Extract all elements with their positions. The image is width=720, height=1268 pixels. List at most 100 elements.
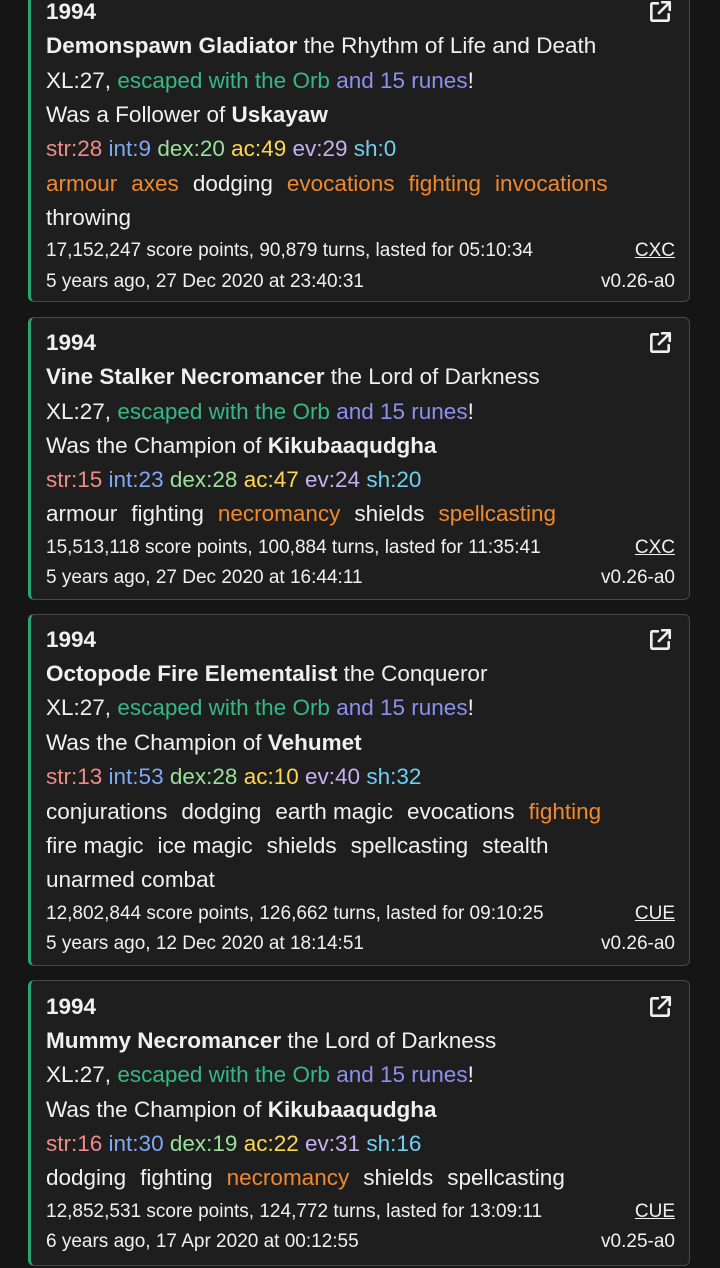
skill: shields [354, 501, 425, 526]
score-text: 17,152,247 score points, 90,879 turns, l… [46, 240, 533, 261]
game-year: 1994 [46, 0, 97, 24]
skill: necromancy [226, 1165, 350, 1190]
character-line: Octopode Fire Elementalist the Conqueror [46, 659, 675, 689]
stat-ev: ev:24 [305, 467, 361, 492]
date-line: 5 years ago, 12 Dec 2020 at 18:14:51 v0.2… [46, 929, 675, 959]
result-line: XL:27, escaped with the Orb and 15 runes… [46, 1060, 675, 1090]
score-line: 12,852,531 score points, 124,772 turns, … [46, 1197, 675, 1227]
character-name: Octopode Fire Elementalist [46, 661, 338, 686]
skill: fire magic [46, 833, 144, 858]
skills-line: fire magic ice magic shields spellcasting st… [46, 831, 675, 861]
escaped-text: escaped with the Orb [117, 68, 330, 93]
stat-int: int:23 [108, 467, 164, 492]
xl-text: XL:27, [46, 695, 112, 720]
score-line: 17,152,247 score points, 90,879 turns, l… [46, 236, 675, 266]
runes-text: and 15 runes [336, 399, 468, 424]
stat-sh: sh:0 [353, 136, 397, 161]
skill: dodging [46, 1165, 127, 1190]
external-link-icon[interactable] [647, 0, 673, 25]
runes-text: and 15 runes [336, 695, 468, 720]
bang-text: ! [467, 1062, 474, 1087]
skills-line: conjurations dodging earth magic evocations… [46, 797, 675, 827]
stat-int: int:30 [108, 1131, 164, 1156]
date-line: 5 years ago, 27 Dec 2020 at 16:44:11 v0.2… [46, 563, 675, 593]
server-link[interactable]: CUE [635, 899, 675, 929]
date-text: 5 years ago, 12 Dec 2020 at 18:14:51 [46, 933, 364, 954]
stat-ac: ac:22 [243, 1131, 299, 1156]
stat-ac: ac:49 [231, 136, 287, 161]
stat-str: str:28 [46, 136, 103, 161]
stat-sh: sh:16 [366, 1131, 422, 1156]
server-link[interactable]: CXC [635, 533, 675, 563]
skill: evocations [406, 799, 515, 824]
god-name: Vehumet [267, 730, 362, 755]
skill: ice magic [157, 833, 253, 858]
escaped-text: escaped with the Orb [117, 695, 330, 720]
skill: shields [363, 1165, 434, 1190]
skill: conjurations [46, 799, 168, 824]
god-line: Was a Follower of Uskayaw [46, 100, 675, 130]
game-year: 1994 [46, 330, 97, 355]
score-text: 12,852,531 score points, 124,772 turns, … [46, 1201, 543, 1222]
stat-sh: sh:32 [366, 764, 422, 789]
stat-int: int:9 [108, 136, 152, 161]
stat-ev: ev:31 [305, 1131, 361, 1156]
date-text: 6 years ago, 17 Apr 2020 at 00:12:55 [46, 1231, 359, 1252]
skill: fighting [528, 799, 602, 824]
skill: evocations [286, 171, 395, 196]
xl-text: XL:27, [46, 1062, 112, 1087]
stats-line: str:28 int:9 dex:20 ac:49 ev:29 sh:0 [46, 134, 675, 164]
skill: fighting [131, 501, 204, 526]
server-link[interactable]: CUE [635, 1197, 675, 1227]
escaped-text: escaped with the Orb [117, 399, 330, 424]
skill: dodging [192, 171, 273, 196]
game-card: 1994 Mummy Necromancer the Lord of Darkn… [28, 980, 690, 1266]
character-line: Demonspawn Gladiator the Rhythm of Life … [46, 31, 675, 61]
character-title: the Rhythm of Life and Death [303, 33, 597, 58]
god-line: Was the Champion of Vehumet [46, 728, 675, 758]
game-year: 1994 [46, 627, 97, 652]
character-title: the Conqueror [343, 661, 488, 686]
god-name: Uskayaw [231, 102, 328, 127]
god-prefix: Was the Champion of [46, 730, 262, 755]
external-link-icon[interactable] [647, 994, 673, 1020]
bang-text: ! [467, 68, 474, 93]
server-link[interactable]: CXC [635, 236, 675, 266]
external-link-icon[interactable] [647, 627, 673, 653]
result-line: XL:27, escaped with the Orb and 15 runes… [46, 397, 675, 427]
skill: dodging [181, 799, 262, 824]
game-card: 1994 Demonspawn Gladiator the Rhythm of … [28, 0, 690, 302]
game-card: 1994 Vine Stalker Necromancer the Lord o… [28, 317, 690, 600]
skill: axes [131, 171, 179, 196]
version-text: v0.25-a0 [601, 1231, 675, 1252]
runes-text: and 15 runes [336, 1062, 468, 1087]
game-card: 1994 Octopode Fire Elementalist the Conq… [28, 614, 690, 966]
god-prefix: Was a Follower of [46, 102, 226, 127]
version-text: v0.26-a0 [601, 567, 675, 588]
skill: armour [46, 171, 118, 196]
stat-dex: dex:28 [169, 467, 238, 492]
skills-line: dodging fighting necromancy shields spellcas… [46, 1163, 675, 1193]
character-name: Mummy Necromancer [46, 1028, 282, 1053]
date-line: 5 years ago, 27 Dec 2020 at 23:40:31 v0.2… [46, 267, 675, 297]
external-link-icon[interactable] [647, 330, 673, 356]
score-text: 12,802,844 score points, 126,662 turns, … [46, 903, 544, 924]
god-line: Was the Champion of Kikubaaqudgha [46, 431, 675, 461]
stat-dex: dex:19 [169, 1131, 238, 1156]
skill: armour [46, 501, 118, 526]
skill: spellcasting [350, 833, 469, 858]
stat-str: str:15 [46, 467, 103, 492]
stat-ac: ac:47 [243, 467, 299, 492]
date-line: 6 years ago, 17 Apr 2020 at 00:12:55 v0.2… [46, 1227, 675, 1257]
stat-dex: dex:20 [157, 136, 225, 161]
bang-text: ! [467, 695, 474, 720]
character-title: the Lord of Darkness [287, 1028, 497, 1053]
stat-str: str:13 [46, 764, 103, 789]
stat-dex: dex:28 [169, 764, 238, 789]
xl-text: XL:27, [46, 399, 112, 424]
runes-text: and 15 runes [336, 68, 468, 93]
skill: fighting [408, 171, 482, 196]
stat-int: int:53 [108, 764, 164, 789]
character-line: Vine Stalker Necromancer the Lord of Dar… [46, 362, 675, 392]
stat-ac: ac:10 [243, 764, 299, 789]
